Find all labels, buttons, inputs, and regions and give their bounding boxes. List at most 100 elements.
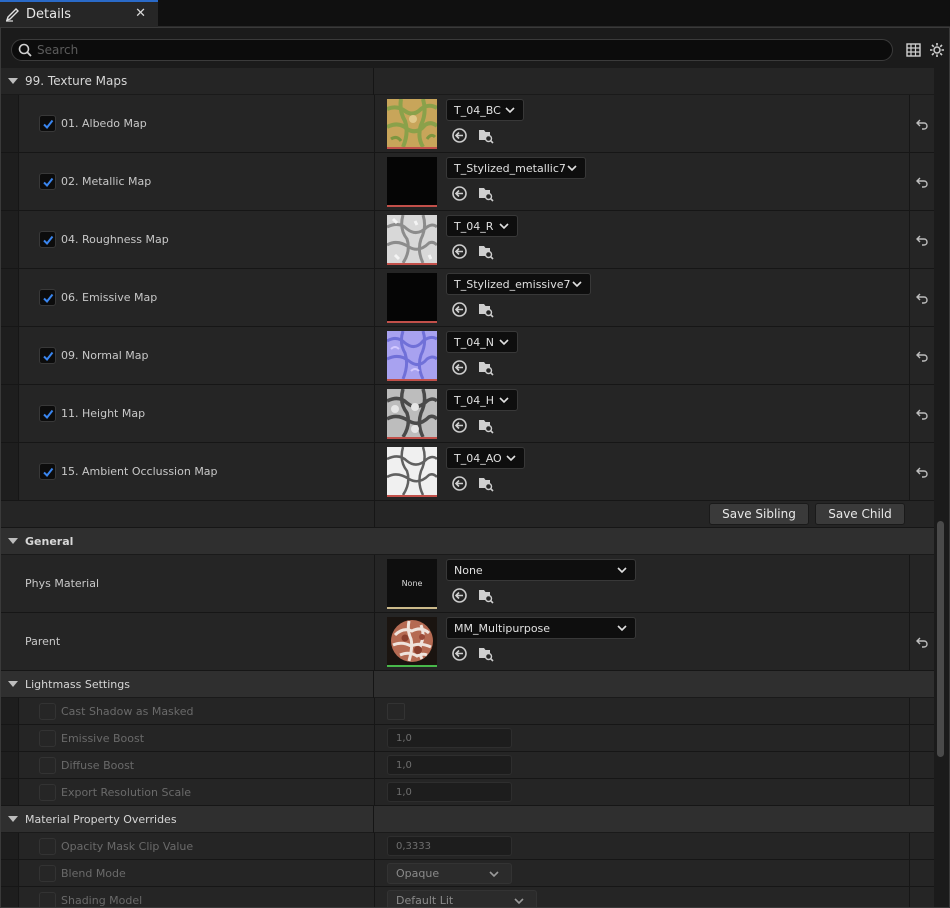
browse-asset-icon[interactable]	[477, 301, 494, 318]
chevron-down-icon	[505, 105, 515, 115]
save-child-button[interactable]: Save Child	[815, 503, 905, 525]
reset-to-default-icon[interactable]	[915, 407, 929, 421]
enable-checkbox[interactable]	[39, 115, 56, 132]
browse-asset-icon[interactable]	[477, 587, 494, 604]
override-checkbox[interactable]	[39, 703, 56, 720]
scrollbar-track[interactable]	[934, 68, 949, 907]
emissive-boost-field[interactable]: 1,0	[387, 728, 512, 748]
section-lightmass-settings[interactable]: Lightmass Settings	[1, 671, 934, 698]
reset-to-default-icon[interactable]	[915, 465, 929, 479]
enable-checkbox[interactable]	[39, 289, 56, 306]
reset-to-default-icon[interactable]	[915, 233, 929, 247]
tab-title: Details	[26, 7, 72, 22]
diffuse-boost-field[interactable]: 1,0	[387, 755, 512, 775]
use-selected-icon[interactable]	[451, 243, 468, 260]
parent-material-combo[interactable]: MM_Multipurpose	[446, 617, 636, 639]
section-general[interactable]: General	[1, 528, 934, 555]
phys-material-row: Phys Material None None	[1, 555, 934, 613]
settings-gear-icon[interactable]	[929, 42, 945, 58]
use-selected-icon[interactable]	[451, 185, 468, 202]
search-box[interactable]	[11, 39, 893, 61]
use-selected-icon[interactable]	[451, 417, 468, 434]
texture-thumbnail[interactable]	[387, 99, 437, 149]
diffuse-boost-row: Diffuse Boost 1,0	[1, 752, 934, 779]
collapse-arrow-icon[interactable]	[8, 78, 18, 84]
browse-asset-icon[interactable]	[477, 475, 494, 492]
browse-asset-icon[interactable]	[477, 127, 494, 144]
section-material-property-overrides[interactable]: Material Property Overrides	[1, 806, 934, 833]
override-checkbox[interactable]	[39, 730, 56, 747]
chevron-down-icon	[499, 221, 509, 231]
use-selected-icon[interactable]	[451, 127, 468, 144]
texture-map-row: 02. Metallic Map T_Stylized_metallic7	[1, 153, 934, 211]
use-selected-icon[interactable]	[451, 301, 468, 318]
scrollbar-thumb[interactable]	[937, 521, 944, 757]
texture-thumbnail[interactable]	[387, 331, 437, 381]
property-label: 06. Emissive Map	[61, 291, 158, 304]
browse-asset-icon[interactable]	[477, 243, 494, 260]
override-checkbox[interactable]	[39, 784, 56, 801]
texture-thumbnail[interactable]	[387, 389, 437, 439]
property-label: Blend Mode	[61, 867, 126, 880]
shading-model-select[interactable]: Default Lit	[387, 890, 537, 907]
details-content: 99. Texture Maps 01. Albedo Map T_04_BC 02…	[1, 68, 934, 907]
table-view-icon[interactable]	[905, 42, 921, 58]
opacity-mask-clip-row: Opacity Mask Clip Value 0,3333	[1, 833, 934, 860]
use-selected-icon[interactable]	[451, 587, 468, 604]
override-checkbox[interactable]	[39, 865, 56, 882]
enable-checkbox[interactable]	[39, 405, 56, 422]
collapse-arrow-icon[interactable]	[8, 681, 18, 687]
browse-asset-icon[interactable]	[477, 645, 494, 662]
browse-asset-icon[interactable]	[477, 185, 494, 202]
reset-to-default-icon[interactable]	[915, 291, 929, 305]
reset-to-default-icon[interactable]	[915, 117, 929, 131]
texture-thumbnail[interactable]	[387, 273, 437, 323]
texture-map-list: 01. Albedo Map T_04_BC 02. Metallic Map T_S…	[1, 95, 934, 501]
section-texture-maps[interactable]: 99. Texture Maps	[1, 68, 934, 95]
search-icon	[18, 43, 32, 57]
phys-material-combo[interactable]: None	[446, 559, 636, 581]
texture-asset-combo[interactable]: T_04_N	[446, 331, 518, 353]
override-checkbox[interactable]	[39, 838, 56, 855]
collapse-arrow-icon[interactable]	[8, 816, 18, 822]
enable-checkbox[interactable]	[39, 463, 56, 480]
texture-asset-combo[interactable]: T_04_R	[446, 215, 518, 237]
reset-to-default-icon[interactable]	[915, 349, 929, 363]
override-checkbox[interactable]	[39, 757, 56, 774]
search-input[interactable]	[37, 43, 857, 57]
phys-material-thumbnail[interactable]: None	[387, 559, 437, 609]
blend-mode-select[interactable]: Opaque	[387, 863, 512, 884]
texture-asset-combo[interactable]: T_04_AO	[446, 447, 525, 469]
texture-thumbnail[interactable]	[387, 447, 437, 497]
enable-checkbox[interactable]	[39, 231, 56, 248]
collapse-arrow-icon[interactable]	[8, 538, 18, 544]
chevron-down-icon	[499, 395, 509, 405]
texture-asset-combo[interactable]: T_Stylized_emissive7	[446, 273, 591, 295]
save-sibling-button[interactable]: Save Sibling	[709, 503, 809, 525]
texture-thumbnail[interactable]	[387, 157, 437, 207]
reset-to-default-icon[interactable]	[915, 175, 929, 189]
browse-asset-icon[interactable]	[477, 417, 494, 434]
parent-material-thumbnail[interactable]	[387, 617, 437, 667]
use-selected-icon[interactable]	[451, 359, 468, 376]
texture-thumbnail[interactable]	[387, 215, 437, 265]
property-label: Parent	[25, 635, 61, 648]
texture-asset-combo[interactable]: T_Stylized_metallic7	[446, 157, 586, 179]
cast-shadow-checkbox[interactable]	[387, 703, 405, 720]
browse-asset-icon[interactable]	[477, 359, 494, 376]
use-selected-icon[interactable]	[451, 475, 468, 492]
checkmark-icon	[42, 466, 54, 478]
enable-checkbox[interactable]	[39, 173, 56, 190]
export-resolution-field[interactable]: 1,0	[387, 782, 512, 802]
close-icon[interactable]: ✕	[135, 6, 146, 21]
opacity-mask-clip-field[interactable]: 0,3333	[387, 836, 512, 856]
shading-model-row: Shading Model Default Lit	[1, 887, 934, 907]
use-selected-icon[interactable]	[451, 645, 468, 662]
reset-to-default-icon[interactable]	[915, 635, 929, 649]
tab-details[interactable]: Details ✕	[0, 0, 158, 27]
override-checkbox[interactable]	[39, 892, 56, 907]
property-label: 11. Height Map	[61, 407, 146, 420]
texture-asset-combo[interactable]: T_04_H	[446, 389, 518, 411]
texture-asset-combo[interactable]: T_04_BC	[446, 99, 524, 121]
enable-checkbox[interactable]	[39, 347, 56, 364]
